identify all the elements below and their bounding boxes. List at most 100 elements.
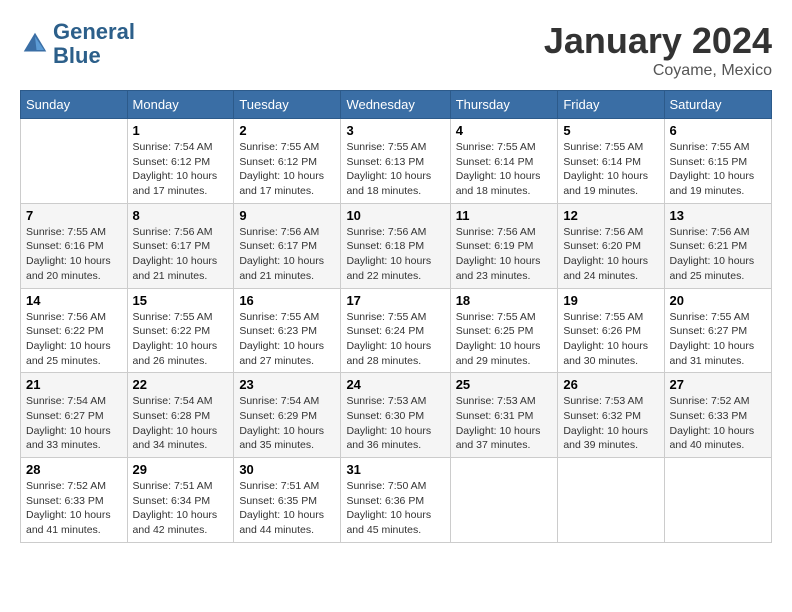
day-number: 24 (346, 377, 444, 392)
header-cell: Friday (558, 91, 664, 119)
day-number: 12 (563, 208, 658, 223)
page-header: General Blue January 2024 Coyame, Mexico (20, 20, 772, 80)
day-number: 27 (670, 377, 766, 392)
month-title: January 2024 (544, 20, 772, 62)
day-number: 30 (239, 462, 335, 477)
logo: General Blue (20, 20, 135, 68)
calendar-body: 1 Sunrise: 7:54 AMSunset: 6:12 PMDaylight… (21, 119, 772, 543)
calendar-day-cell: 15 Sunrise: 7:55 AMSunset: 6:22 PMDayligh… (127, 288, 234, 373)
calendar-week-row: 28Sunrise: 7:52 AMSunset: 6:33 PMDayligh… (21, 458, 772, 543)
day-info: Sunrise: 7:56 AMSunset: 6:18 PMDaylight:… (346, 225, 444, 284)
day-number: 16 (239, 293, 335, 308)
day-info: Sunrise: 7:50 AMSunset: 6:36 PMDaylight:… (346, 479, 444, 538)
calendar-day-cell: 16 Sunrise: 7:55 AMSunset: 6:23 PMDayligh… (234, 288, 341, 373)
day-info: Sunrise: 7:51 AMSunset: 6:34 PMDaylight:… (133, 479, 229, 538)
calendar-week-row: 7 Sunrise: 7:55 AMSunset: 6:16 PMDaylight… (21, 203, 772, 288)
title-section: January 2024 Coyame, Mexico (544, 20, 772, 80)
calendar-day-cell: 31 Sunrise: 7:50 AMSunset: 6:36 PMDayligh… (341, 458, 450, 543)
calendar-day-cell: 26 Sunrise: 7:53 AMSunset: 6:32 PMDayligh… (558, 373, 664, 458)
day-number: 15 (133, 293, 229, 308)
day-info: Sunrise: 7:53 AMSunset: 6:30 PMDaylight:… (346, 394, 444, 453)
header-cell: Saturday (664, 91, 771, 119)
day-info: Sunrise: 7:52 AMSunset: 6:33 PMDaylight:… (670, 394, 766, 453)
day-number: 23 (239, 377, 335, 392)
day-number: 10 (346, 208, 444, 223)
day-info: Sunrise: 7:56 AMSunset: 6:17 PMDaylight:… (239, 225, 335, 284)
day-info: Sunrise: 7:55 AMSunset: 6:24 PMDaylight:… (346, 310, 444, 369)
calendar-day-cell: 13 Sunrise: 7:56 AMSunset: 6:21 PMDayligh… (664, 203, 771, 288)
day-number: 14 (26, 293, 122, 308)
calendar-day-cell: 9 Sunrise: 7:56 AMSunset: 6:17 PMDaylight… (234, 203, 341, 288)
calendar-day-cell: 21 Sunrise: 7:54 AMSunset: 6:27 PMDayligh… (21, 373, 128, 458)
day-info: Sunrise: 7:56 AMSunset: 6:21 PMDaylight:… (670, 225, 766, 284)
day-number: 7 (26, 208, 122, 223)
day-number: 28 (26, 462, 122, 477)
calendar-day-cell: 3Sunrise: 7:55 AMSunset: 6:13 PMDaylight… (341, 119, 450, 204)
day-info: Sunrise: 7:53 AMSunset: 6:32 PMDaylight:… (563, 394, 658, 453)
calendar-day-cell: 7 Sunrise: 7:55 AMSunset: 6:16 PMDaylight… (21, 203, 128, 288)
day-info: Sunrise: 7:55 AMSunset: 6:14 PMDaylight:… (563, 140, 658, 199)
calendar-day-cell: 10 Sunrise: 7:56 AMSunset: 6:18 PMDayligh… (341, 203, 450, 288)
day-info: Sunrise: 7:55 AMSunset: 6:26 PMDaylight:… (563, 310, 658, 369)
calendar-day-cell: 20 Sunrise: 7:55 AMSunset: 6:27 PMDayligh… (664, 288, 771, 373)
day-number: 20 (670, 293, 766, 308)
header-cell: Tuesday (234, 91, 341, 119)
logo-icon (20, 29, 50, 59)
calendar-header: SundayMondayTuesdayWednesdayThursdayFrid… (21, 91, 772, 119)
calendar-day-cell: 8 Sunrise: 7:56 AMSunset: 6:17 PMDaylight… (127, 203, 234, 288)
calendar-day-cell: 24 Sunrise: 7:53 AMSunset: 6:30 PMDayligh… (341, 373, 450, 458)
day-info: Sunrise: 7:51 AMSunset: 6:35 PMDaylight:… (239, 479, 335, 538)
calendar-day-cell: 23 Sunrise: 7:54 AMSunset: 6:29 PMDayligh… (234, 373, 341, 458)
day-number: 6 (670, 123, 766, 138)
day-info: Sunrise: 7:56 AMSunset: 6:22 PMDaylight:… (26, 310, 122, 369)
day-info: Sunrise: 7:55 AMSunset: 6:12 PMDaylight:… (239, 140, 335, 199)
day-info: Sunrise: 7:55 AMSunset: 6:25 PMDaylight:… (456, 310, 553, 369)
day-info: Sunrise: 7:53 AMSunset: 6:31 PMDaylight:… (456, 394, 553, 453)
day-info: Sunrise: 7:56 AMSunset: 6:17 PMDaylight:… (133, 225, 229, 284)
day-number: 4 (456, 123, 553, 138)
calendar-week-row: 14 Sunrise: 7:56 AMSunset: 6:22 PMDayligh… (21, 288, 772, 373)
day-number: 21 (26, 377, 122, 392)
calendar-day-cell: 22 Sunrise: 7:54 AMSunset: 6:28 PMDayligh… (127, 373, 234, 458)
day-info: Sunrise: 7:56 AMSunset: 6:19 PMDaylight:… (456, 225, 553, 284)
day-number: 22 (133, 377, 229, 392)
calendar-day-cell: 30 Sunrise: 7:51 AMSunset: 6:35 PMDayligh… (234, 458, 341, 543)
calendar-day-cell: 4 Sunrise: 7:55 AMSunset: 6:14 PMDaylight… (450, 119, 558, 204)
location-title: Coyame, Mexico (544, 62, 772, 80)
calendar-day-cell: 2 Sunrise: 7:55 AMSunset: 6:12 PMDaylight… (234, 119, 341, 204)
calendar-day-cell: 11Sunrise: 7:56 AMSunset: 6:19 PMDayligh… (450, 203, 558, 288)
day-info: Sunrise: 7:55 AMSunset: 6:14 PMDaylight:… (456, 140, 553, 199)
calendar-week-row: 21 Sunrise: 7:54 AMSunset: 6:27 PMDayligh… (21, 373, 772, 458)
day-number: 5 (563, 123, 658, 138)
day-number: 13 (670, 208, 766, 223)
day-number: 2 (239, 123, 335, 138)
calendar-day-cell: 29 Sunrise: 7:51 AMSunset: 6:34 PMDayligh… (127, 458, 234, 543)
day-info: Sunrise: 7:54 AMSunset: 6:12 PMDaylight:… (133, 140, 229, 199)
day-info: Sunrise: 7:54 AMSunset: 6:28 PMDaylight:… (133, 394, 229, 453)
day-info: Sunrise: 7:55 AMSunset: 6:23 PMDaylight:… (239, 310, 335, 369)
day-info: Sunrise: 7:55 AMSunset: 6:27 PMDaylight:… (670, 310, 766, 369)
calendar-day-cell: 19Sunrise: 7:55 AMSunset: 6:26 PMDayligh… (558, 288, 664, 373)
day-number: 31 (346, 462, 444, 477)
day-info: Sunrise: 7:55 AMSunset: 6:16 PMDaylight:… (26, 225, 122, 284)
calendar-day-cell: 25 Sunrise: 7:53 AMSunset: 6:31 PMDayligh… (450, 373, 558, 458)
day-number: 25 (456, 377, 553, 392)
header-cell: Thursday (450, 91, 558, 119)
day-number: 3 (346, 123, 444, 138)
calendar-day-cell (664, 458, 771, 543)
day-info: Sunrise: 7:54 AMSunset: 6:29 PMDaylight:… (239, 394, 335, 453)
day-info: Sunrise: 7:55 AMSunset: 6:22 PMDaylight:… (133, 310, 229, 369)
day-number: 29 (133, 462, 229, 477)
day-number: 1 (133, 123, 229, 138)
header-cell: Wednesday (341, 91, 450, 119)
calendar-day-cell: 28Sunrise: 7:52 AMSunset: 6:33 PMDayligh… (21, 458, 128, 543)
calendar-day-cell: 14 Sunrise: 7:56 AMSunset: 6:22 PMDayligh… (21, 288, 128, 373)
day-number: 9 (239, 208, 335, 223)
day-number: 26 (563, 377, 658, 392)
calendar-day-cell: 12Sunrise: 7:56 AMSunset: 6:20 PMDayligh… (558, 203, 664, 288)
calendar-day-cell: 17Sunrise: 7:55 AMSunset: 6:24 PMDayligh… (341, 288, 450, 373)
calendar-day-cell: 18Sunrise: 7:55 AMSunset: 6:25 PMDayligh… (450, 288, 558, 373)
day-info: Sunrise: 7:54 AMSunset: 6:27 PMDaylight:… (26, 394, 122, 453)
day-number: 8 (133, 208, 229, 223)
calendar-week-row: 1 Sunrise: 7:54 AMSunset: 6:12 PMDaylight… (21, 119, 772, 204)
